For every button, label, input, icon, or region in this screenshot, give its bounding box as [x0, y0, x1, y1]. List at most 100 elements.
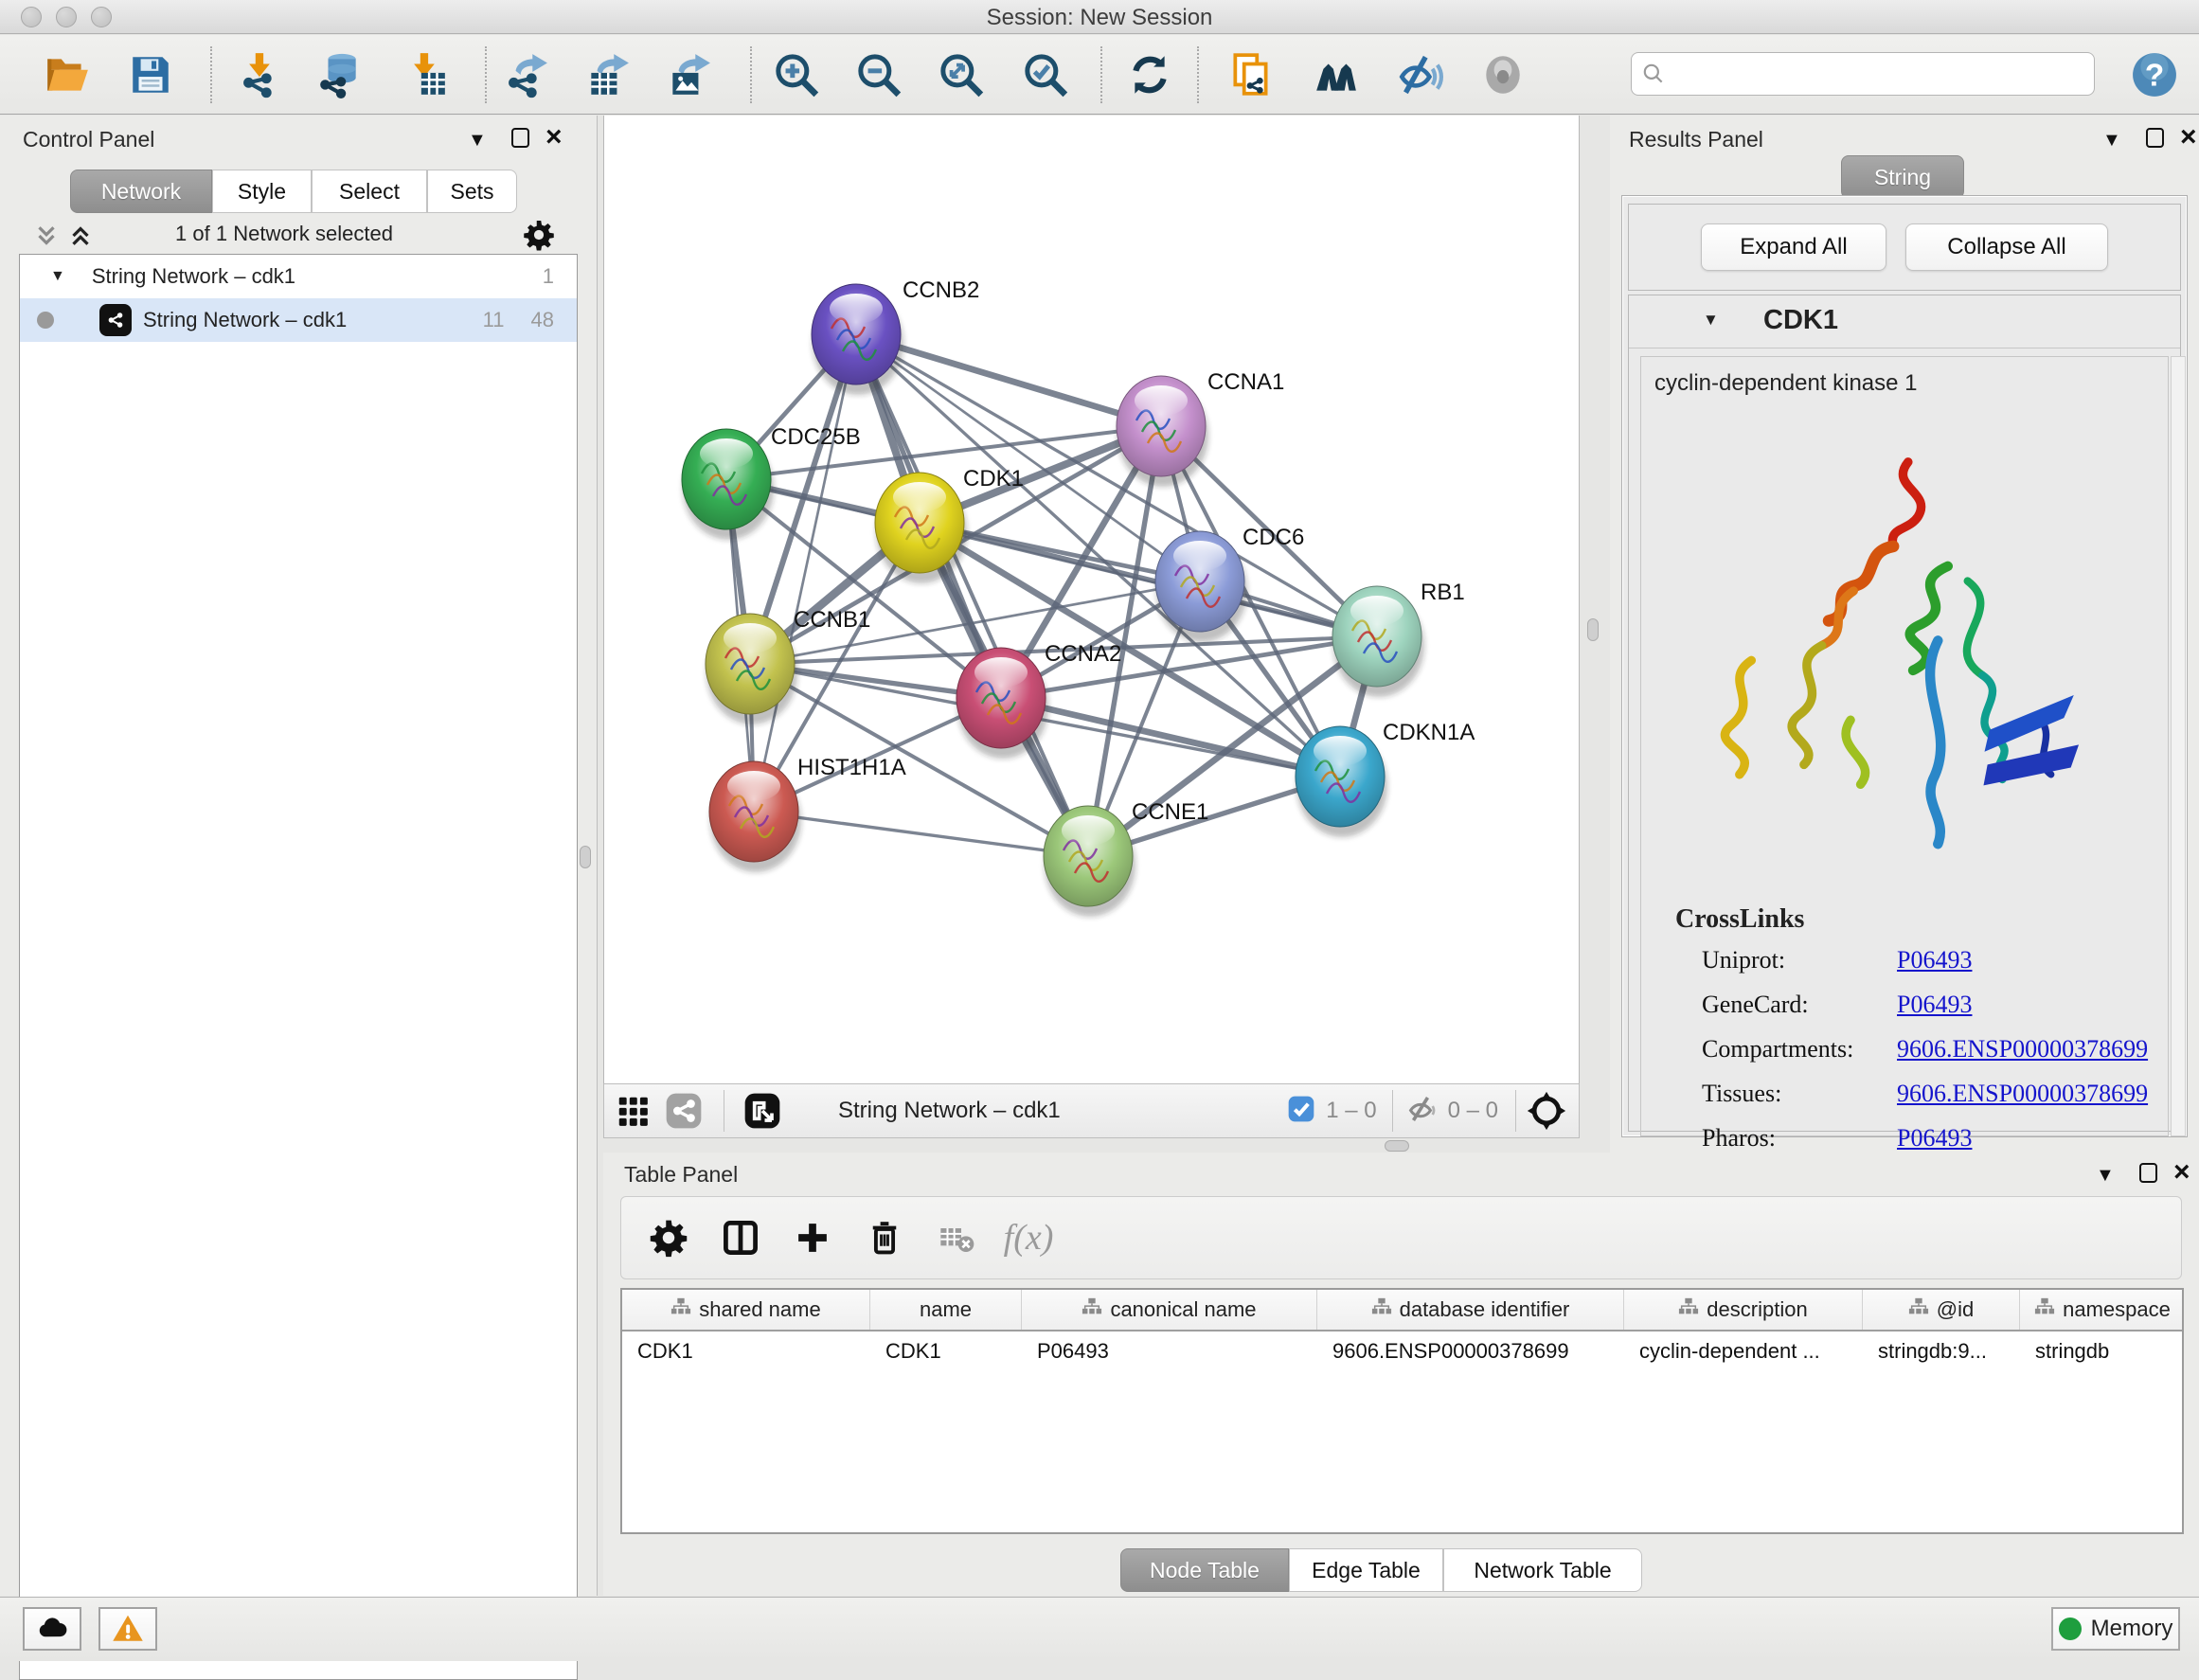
node-CDKN1A[interactable]: CDKN1A	[1296, 720, 1475, 837]
table-cell[interactable]: cyclin-dependent ...	[1624, 1331, 1863, 1371]
node-CCNA2[interactable]: CCNA2	[956, 641, 1121, 759]
collapse-all-networks-icon[interactable]	[32, 222, 61, 255]
network-tree-root-row[interactable]: ▼ String Network – cdk1 1	[20, 255, 577, 298]
table-panel-maximize-icon[interactable]	[2139, 1163, 2157, 1183]
network-share-view-icon[interactable]	[659, 1086, 708, 1135]
table-row[interactable]: CDK1CDK1P064939606.ENSP00000378699cyclin…	[622, 1331, 2182, 1371]
tab-edge-table[interactable]: Edge Table	[1289, 1548, 1443, 1592]
crosslink-link[interactable]: P06493	[1897, 1124, 1972, 1153]
import-network-database-icon[interactable]	[314, 49, 366, 100]
control-panel-float-icon[interactable]: ▼	[468, 131, 487, 150]
column-header-canonical-name[interactable]: canonical name	[1022, 1290, 1317, 1330]
node-RB1[interactable]: RB1	[1332, 580, 1465, 697]
column-header-shared-name[interactable]: shared name	[622, 1290, 870, 1330]
table-cell[interactable]: CDK1	[870, 1331, 1022, 1371]
import-table-icon[interactable]	[400, 49, 451, 100]
tab-select[interactable]: Select	[312, 170, 427, 213]
column-header-name[interactable]: name	[870, 1290, 1022, 1330]
birdseye-crosshair-icon[interactable]	[1522, 1086, 1571, 1135]
open-in-window-icon[interactable]	[738, 1086, 787, 1135]
hide-unhide-icon[interactable]	[1394, 49, 1445, 100]
right-splitter-grip[interactable]	[1587, 618, 1599, 641]
selected-checkbox-icon[interactable]	[1286, 1094, 1316, 1129]
column-header-description[interactable]: description	[1624, 1290, 1863, 1330]
zoom-selected-icon[interactable]	[1020, 49, 1071, 100]
crosslink-link[interactable]: 9606.ENSP00000378699	[1897, 1080, 2148, 1108]
preview-eye-icon[interactable]	[1477, 49, 1529, 100]
node-CDC6[interactable]: CDC6	[1155, 525, 1304, 642]
network-graph[interactable]: CCNB2 CCNA1 CDC25BCDK1 CDC6RB1 CCNB1 CCNA2 CDK…	[604, 116, 1579, 1081]
edge-HIST1H1A-CCNE1[interactable]	[754, 812, 1088, 856]
import-network-file-icon[interactable]	[235, 49, 286, 100]
open-session-icon[interactable]	[42, 49, 93, 100]
table-gear-icon[interactable]	[644, 1213, 693, 1262]
expand-all-networks-icon[interactable]	[66, 222, 95, 255]
edge-CCNB2-HIST1H1A[interactable]	[754, 334, 856, 812]
crosslink-link[interactable]: P06493	[1897, 946, 1972, 974]
network-tree-child-row[interactable]: String Network – cdk1 11 48	[20, 298, 577, 342]
save-session-icon[interactable]	[125, 49, 176, 100]
results-panel-maximize-icon[interactable]	[2146, 128, 2164, 148]
control-panel-close-icon[interactable]: ×	[545, 127, 563, 147]
memory-button[interactable]: Memory	[2051, 1607, 2180, 1651]
grid-view-icon[interactable]	[608, 1086, 657, 1135]
node-CCNA1[interactable]: CCNA1	[1117, 369, 1284, 487]
export-table-icon[interactable]	[581, 49, 633, 100]
column-header-namespace[interactable]: namespace	[2020, 1290, 2184, 1330]
warnings-button[interactable]	[98, 1607, 157, 1651]
delete-column-trash-icon[interactable]	[860, 1213, 909, 1262]
expand-all-button[interactable]: Expand All	[1701, 223, 1886, 271]
search-input[interactable]	[1666, 62, 2073, 86]
table-cell[interactable]: stringdb:9...	[1863, 1331, 2020, 1371]
automation-cloud-button[interactable]	[23, 1607, 81, 1651]
show-columns-icon[interactable]	[716, 1213, 765, 1262]
search-box[interactable]	[1631, 52, 2095, 96]
tab-string[interactable]: String	[1841, 155, 1964, 199]
tree-expand-arrow-icon[interactable]: ▼	[50, 268, 65, 285]
export-network-icon[interactable]	[500, 49, 551, 100]
delete-table-icon[interactable]	[932, 1213, 981, 1262]
node-CDC25B[interactable]: CDC25B	[682, 424, 861, 540]
export-image-icon[interactable]	[663, 49, 714, 100]
crosslink-link[interactable]: 9606.ENSP00000378699	[1897, 1035, 2148, 1063]
section-collapse-arrow-icon[interactable]: ▼	[1703, 311, 1719, 330]
column-header-database-identifier[interactable]: database identifier	[1317, 1290, 1624, 1330]
table-cell[interactable]: 9606.ENSP00000378699	[1317, 1331, 1624, 1371]
node-CCNB2[interactable]: CCNB2	[812, 277, 979, 395]
find-binoculars-icon[interactable]	[1311, 49, 1362, 100]
table-panel-close-icon[interactable]: ×	[2173, 1162, 2190, 1182]
tab-style[interactable]: Style	[212, 170, 312, 213]
left-splitter-grip[interactable]	[580, 846, 591, 868]
crosslink-link[interactable]: P06493	[1897, 991, 1972, 1019]
control-panel-maximize-icon[interactable]	[511, 128, 529, 148]
zoom-in-icon[interactable]	[771, 49, 822, 100]
node-HIST1H1A[interactable]: HIST1H1A	[709, 755, 906, 872]
table-cell[interactable]: stringdb	[2020, 1331, 2184, 1371]
zoom-fit-icon[interactable]	[936, 49, 987, 100]
table-panel-float-icon[interactable]: ▼	[2096, 1166, 2115, 1185]
tab-network-table[interactable]: Network Table	[1443, 1548, 1642, 1592]
help-icon[interactable]: ?	[2129, 49, 2180, 100]
results-panel-float-icon[interactable]: ▼	[2102, 131, 2121, 150]
node-table[interactable]: shared namenamecanonical namedatabase id…	[620, 1288, 2184, 1534]
clone-network-icon[interactable]	[1225, 49, 1277, 100]
column-header-@id[interactable]: @id	[1863, 1290, 2020, 1330]
gene-section-header[interactable]: ▼ CDK1	[1629, 295, 2180, 349]
network-options-gear-icon[interactable]	[522, 218, 556, 257]
results-scrollbar[interactable]	[2171, 356, 2186, 1136]
refresh-icon[interactable]	[1124, 49, 1175, 100]
bottom-splitter-grip[interactable]	[1385, 1140, 1409, 1152]
table-cell[interactable]: CDK1	[622, 1331, 870, 1371]
node-CCNB1[interactable]: CCNB1	[706, 607, 870, 724]
network-canvas[interactable]: CCNB2 CCNA1 CDC25BCDK1 CDC6RB1 CCNB1 CCNA2 CDK…	[603, 116, 1580, 1083]
add-column-icon[interactable]	[788, 1213, 837, 1262]
zoom-out-icon[interactable]	[853, 49, 904, 100]
tab-network[interactable]: Network	[70, 170, 212, 213]
tab-sets[interactable]: Sets	[427, 170, 517, 213]
node-CDK1[interactable]: CDK1	[875, 466, 1024, 583]
collapse-all-button[interactable]: Collapse All	[1905, 223, 2108, 271]
table-cell[interactable]: P06493	[1022, 1331, 1317, 1371]
tab-node-table[interactable]: Node Table	[1120, 1548, 1289, 1592]
node-CCNE1[interactable]: CCNE1	[1044, 799, 1208, 917]
function-builder-icon[interactable]: f(x)	[1004, 1213, 1053, 1262]
